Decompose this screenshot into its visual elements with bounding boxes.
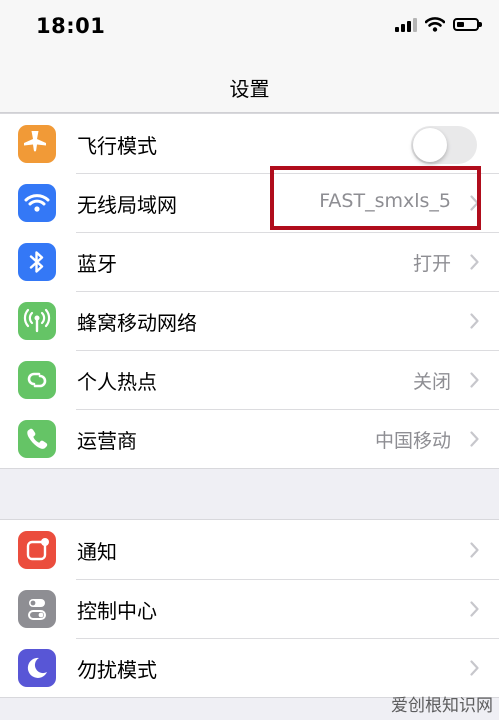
row-cellular[interactable]: 蜂窝移动网络: [0, 291, 499, 350]
hotspot-icon: [18, 361, 56, 399]
row-label: 个人热点: [77, 370, 157, 394]
chevron-right-icon: [470, 660, 479, 676]
row-label: 运营商: [77, 429, 137, 453]
antenna-icon: [18, 302, 56, 340]
airplane-icon: [18, 125, 56, 163]
row-label: 勿扰模式: [77, 658, 157, 682]
watermark: 爱创根知识网: [391, 696, 493, 716]
chevron-right-icon: [470, 372, 479, 388]
row-label: 控制中心: [77, 599, 157, 623]
row-label: 无线局域网: [77, 193, 177, 217]
chevron-right-icon: [470, 313, 479, 329]
status-time: 18:01: [36, 14, 106, 38]
row-label: 蓝牙: [77, 252, 117, 276]
row-control-center[interactable]: 控制中心: [0, 579, 499, 638]
row-value: 打开: [412, 253, 451, 275]
row-notifications[interactable]: 通知: [0, 520, 499, 579]
navigation-bar: 设置: [0, 56, 499, 113]
chevron-right-icon: [470, 431, 479, 447]
bluetooth-icon: [18, 243, 56, 281]
status-bar: 18:01: [0, 0, 499, 56]
wifi-icon: [18, 184, 56, 222]
moon-icon: [18, 649, 56, 687]
switches-icon: [18, 590, 56, 628]
battery-icon: [453, 18, 482, 31]
chevron-right-icon: [470, 601, 479, 617]
row-do-not-disturb[interactable]: 勿扰模式: [0, 638, 499, 697]
row-label: 通知: [77, 540, 117, 564]
row-value: 中国移动: [374, 430, 451, 452]
wifi-status-icon: [425, 17, 445, 32]
row-bluetooth[interactable]: 蓝牙 打开: [0, 232, 499, 291]
status-icons: [395, 17, 482, 32]
row-label: 蜂窝移动网络: [77, 311, 197, 335]
row-value: 关闭: [412, 371, 451, 393]
highlight-annotation-box: [270, 166, 481, 230]
row-label: 飞行模式: [77, 134, 157, 158]
airplane-mode-toggle[interactable]: [411, 126, 477, 164]
settings-group-general: 通知 控制中心 勿扰模式: [0, 519, 499, 698]
phone-icon: [18, 420, 56, 458]
cellular-signal-icon: [395, 17, 417, 32]
notifications-icon: [18, 531, 56, 569]
row-personal-hotspot[interactable]: 个人热点 关闭: [0, 350, 499, 409]
chevron-right-icon: [470, 254, 479, 270]
row-carrier[interactable]: 运营商 中国移动: [0, 409, 499, 468]
page-title: 设置: [229, 77, 270, 101]
chevron-right-icon: [470, 542, 479, 558]
row-airplane-mode: 飞行模式: [0, 114, 499, 173]
